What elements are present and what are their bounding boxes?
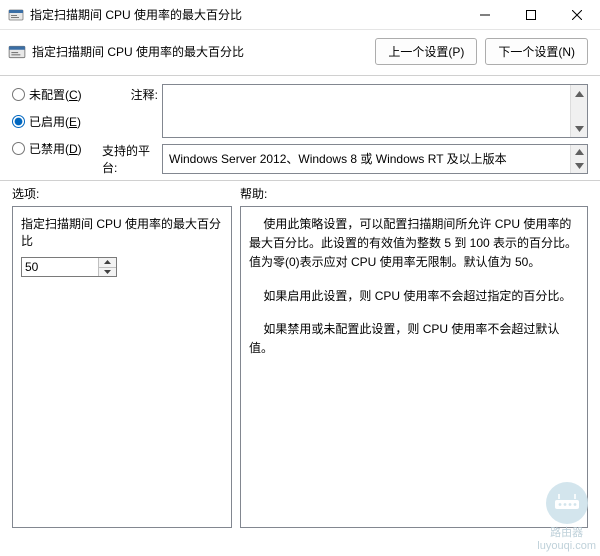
option-field-label: 指定扫描期间 CPU 使用率的最大百分比 <box>21 215 223 249</box>
help-paragraph-2: 如果启用此设置，则 CPU 使用率不会超过指定的百分比。 <box>249 287 579 306</box>
scroll-up-icon[interactable] <box>571 85 587 102</box>
next-setting-button[interactable]: 下一个设置(N) <box>485 38 588 65</box>
help-paragraph-1: 使用此策略设置，可以配置扫描期间所允许 CPU 使用率的最大百分比。此设置的有效… <box>249 215 579 273</box>
supported-scrollbar[interactable] <box>570 145 587 173</box>
header-row: 指定扫描期间 CPU 使用率的最大百分比 上一个设置(P) 下一个设置(N) <box>0 30 600 75</box>
scroll-down-icon[interactable] <box>571 159 587 173</box>
close-button[interactable] <box>554 0 600 30</box>
watermark-text-2: luyouqi.com <box>537 540 596 552</box>
watermark-text-1: 路由器 <box>550 524 583 540</box>
minimize-button[interactable] <box>462 0 508 30</box>
spinner-up-button[interactable] <box>99 258 116 268</box>
radio-not-configured-label: 未配置(C) <box>29 86 82 103</box>
scroll-up-icon[interactable] <box>571 145 587 159</box>
radio-disabled-label: 已禁用(D) <box>29 140 82 157</box>
options-panel: 指定扫描期间 CPU 使用率的最大百分比 <box>12 206 232 528</box>
watermark: 路由器 luyouqi.com <box>537 482 596 552</box>
nav-buttons: 上一个设置(P) 下一个设置(N) <box>375 38 588 65</box>
comment-scrollbar[interactable] <box>570 85 587 137</box>
help-heading: 帮助: <box>240 185 588 202</box>
window-controls <box>462 0 600 29</box>
scroll-down-icon[interactable] <box>571 120 587 137</box>
panels: 指定扫描期间 CPU 使用率的最大百分比 使用此策略设置，可以配置扫描期间所允许… <box>0 206 600 536</box>
title-bar: 指定扫描期间 CPU 使用率的最大百分比 <box>0 0 600 30</box>
comment-label: 注释: <box>102 86 162 142</box>
radio-disabled[interactable]: 已禁用(D) <box>12 140 102 157</box>
field-labels-column: 注释: 支持的平台: <box>102 84 162 174</box>
radio-not-configured-input[interactable] <box>12 88 25 101</box>
spinner-down-button[interactable] <box>99 268 116 277</box>
window-title: 指定扫描期间 CPU 使用率的最大百分比 <box>30 6 462 23</box>
radio-group: 未配置(C) 已启用(E) 已禁用(D) <box>12 84 102 174</box>
radio-enabled[interactable]: 已启用(E) <box>12 113 102 130</box>
radio-not-configured[interactable]: 未配置(C) <box>12 86 102 103</box>
comment-textarea[interactable] <box>162 84 588 138</box>
watermark-icon <box>546 482 588 524</box>
cpu-percent-spinner[interactable] <box>21 257 117 277</box>
supported-on-text: Windows Server 2012、Windows 8 或 Windows … <box>169 152 507 166</box>
policy-name: 指定扫描期间 CPU 使用率的最大百分比 <box>32 43 375 60</box>
radio-disabled-input[interactable] <box>12 142 25 155</box>
spinner-buttons <box>98 258 116 276</box>
policy-icon <box>8 43 26 61</box>
help-panel: 使用此策略设置，可以配置扫描期间所允许 CPU 使用率的最大百分比。此设置的有效… <box>240 206 588 528</box>
section-labels: 选项: 帮助: <box>0 181 600 206</box>
previous-setting-button[interactable]: 上一个设置(P) <box>375 38 477 65</box>
supported-on-box: Windows Server 2012、Windows 8 或 Windows … <box>162 144 588 174</box>
policy-icon <box>8 7 24 23</box>
cpu-percent-input[interactable] <box>22 258 98 276</box>
radio-enabled-input[interactable] <box>12 115 25 128</box>
radio-enabled-label: 已启用(E) <box>29 113 81 130</box>
field-boxes-column: Windows Server 2012、Windows 8 或 Windows … <box>162 84 588 174</box>
config-section: 未配置(C) 已启用(E) 已禁用(D) 注释: 支持的平台: Windows … <box>0 76 600 180</box>
supported-label: 支持的平台: <box>102 142 162 172</box>
options-heading: 选项: <box>12 185 240 202</box>
maximize-button[interactable] <box>508 0 554 30</box>
help-paragraph-3: 如果禁用或未配置此设置，则 CPU 使用率不会超过默认值。 <box>249 320 579 358</box>
